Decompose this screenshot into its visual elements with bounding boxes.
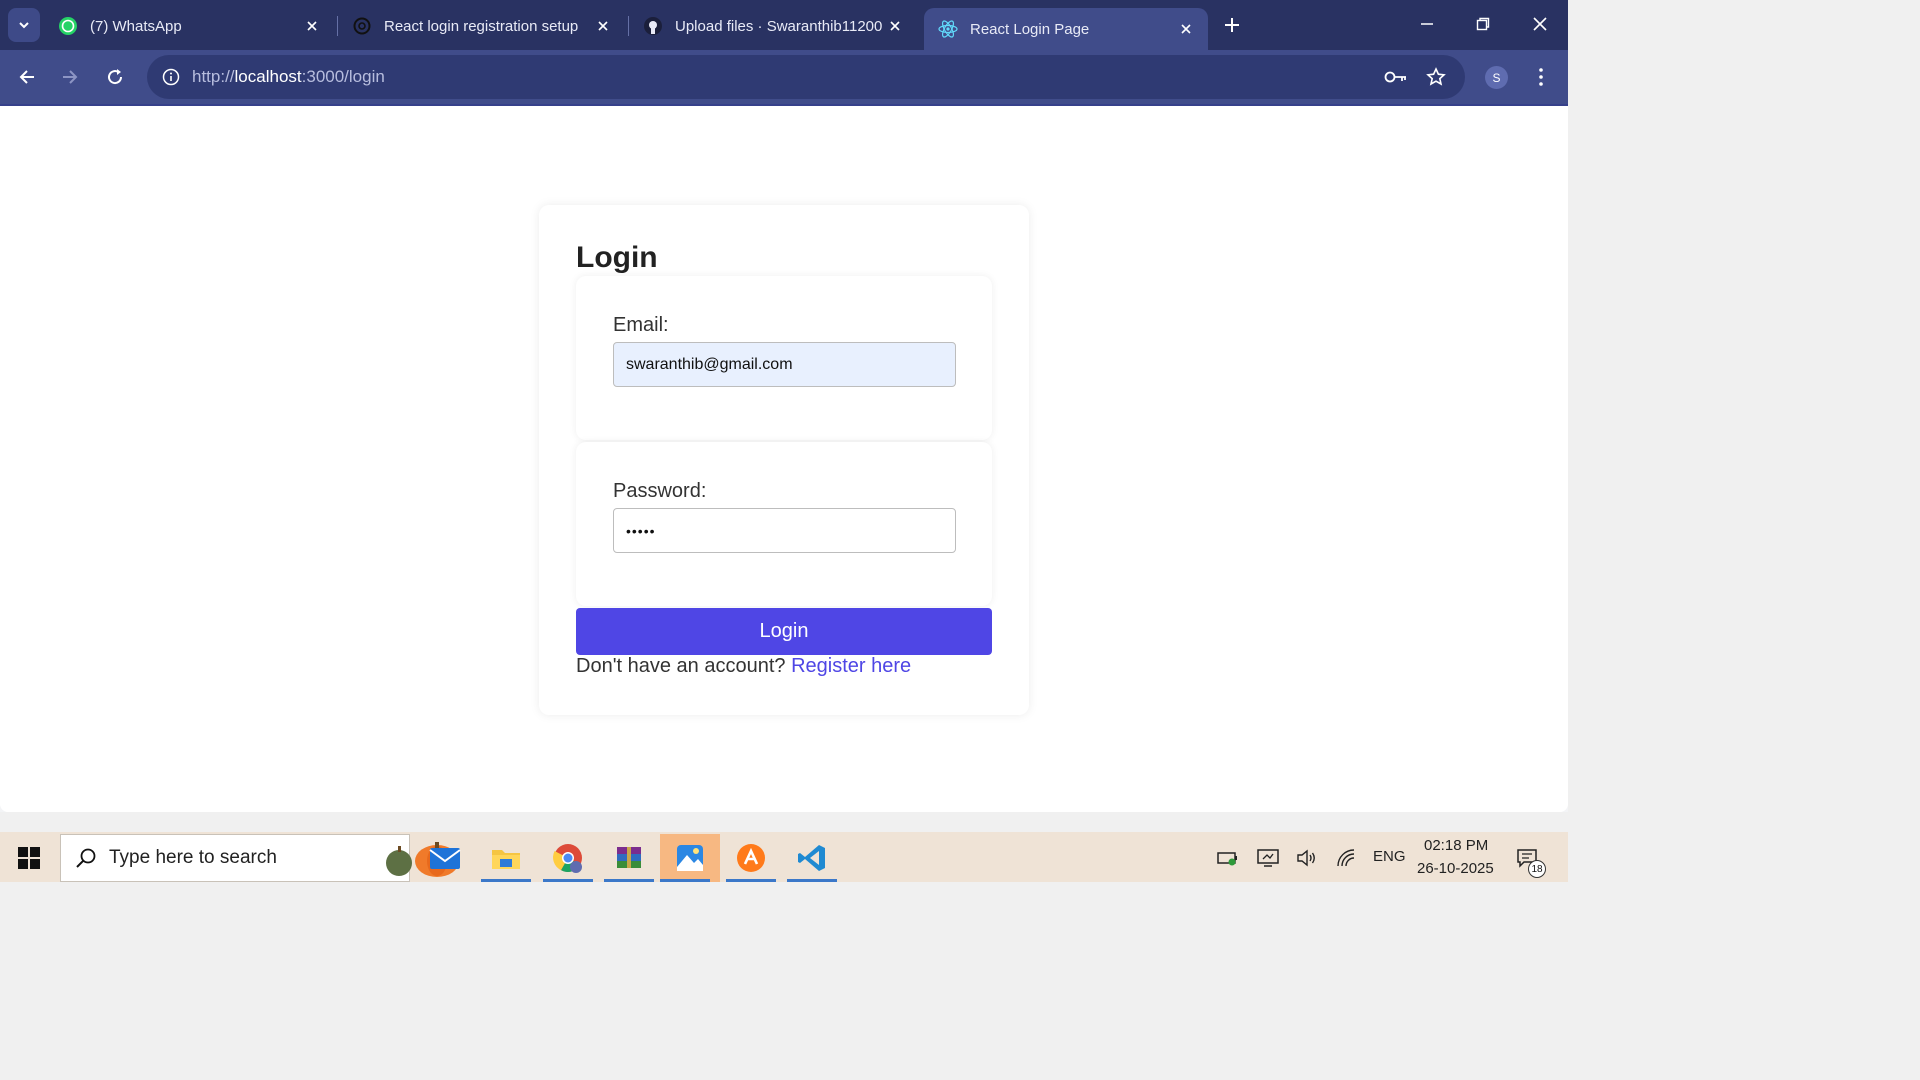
minimize-button[interactable] [1415, 12, 1439, 36]
react-icon [938, 19, 958, 39]
tab-react-login[interactable]: React Login Page [924, 8, 1208, 50]
chevron-down-icon [19, 22, 29, 29]
reload-button[interactable] [101, 63, 129, 91]
url-scheme: http:// [192, 67, 235, 86]
email-group: Email: swaranthib@gmail.com [576, 276, 992, 440]
close-icon[interactable] [1176, 19, 1196, 39]
forward-button[interactable] [56, 63, 84, 91]
site-info-icon[interactable] [159, 65, 183, 89]
battery-icon[interactable] [1216, 846, 1240, 870]
taskbar-avast[interactable] [726, 834, 776, 882]
windows-taskbar: Type here to search ENG 02:18 PM 26-10-2… [0, 832, 1568, 882]
profile-avatar[interactable]: S [1485, 66, 1508, 89]
password-group: Password: ••••• [576, 442, 992, 606]
restore-button[interactable] [1471, 12, 1495, 36]
tab-title: React login registration setup [384, 17, 579, 35]
tab-whatsapp[interactable]: (7) WhatsApp [44, 6, 334, 46]
password-field[interactable]: ••••• [613, 508, 956, 553]
avast-icon [737, 844, 765, 872]
url-path: :3000/login [301, 67, 385, 86]
register-prompt-text: Don't have an account? [576, 655, 786, 677]
search-icon [76, 848, 96, 868]
close-icon [1533, 17, 1547, 31]
login-button[interactable]: Login [576, 608, 992, 655]
email-label: Email: [613, 314, 669, 336]
display-icon[interactable] [1256, 846, 1280, 870]
plus-icon [1225, 18, 1239, 32]
close-window-button[interactable] [1528, 12, 1552, 36]
close-icon[interactable] [885, 16, 905, 36]
mail-icon [429, 848, 461, 869]
taskbar-chrome[interactable] [543, 834, 593, 882]
password-label: Password: [613, 480, 707, 502]
windows-logo-icon [18, 847, 40, 869]
tab-title: (7) WhatsApp [90, 17, 182, 35]
tab-react-setup[interactable]: React login registration setup [338, 6, 625, 46]
page-title: Login [576, 241, 658, 274]
whatsapp-icon [58, 16, 78, 36]
notification-count-badge: 18 [1528, 860, 1546, 878]
close-icon[interactable] [302, 16, 322, 36]
more-menu-button[interactable] [1530, 65, 1552, 89]
clock-time[interactable]: 02:18 PM [1424, 837, 1488, 854]
login-card: Login Email: swaranthib@gmail.com Passwo… [539, 205, 1029, 715]
close-icon[interactable] [593, 16, 613, 36]
page-viewport: Login Email: swaranthib@gmail.com Passwo… [0, 106, 1568, 812]
tab-search-button[interactable] [8, 8, 40, 42]
language-indicator[interactable]: ENG [1373, 848, 1406, 865]
minimize-icon [1421, 23, 1433, 25]
kebab-menu-icon [1539, 68, 1543, 86]
tab-strip: (7) WhatsApp React login registration se… [0, 0, 1568, 50]
url-host: localhost [234, 67, 302, 86]
url-text[interactable]: http://localhost:3000/login [192, 67, 385, 87]
start-button[interactable] [10, 844, 48, 872]
bookmark-star-icon[interactable] [1424, 65, 1448, 89]
taskbar-search-box[interactable]: Type here to search [60, 834, 459, 882]
tab-title: Upload files · Swaranthib11200 [675, 17, 883, 35]
restore-icon [1476, 17, 1490, 31]
taskbar-winrar[interactable] [604, 834, 654, 882]
search-placeholder: Type here to search [109, 847, 277, 868]
address-bar[interactable]: http://localhost:3000/login [147, 55, 1465, 99]
tab-title: React Login Page [970, 20, 1090, 38]
chatgpt-icon [352, 16, 372, 36]
arrow-right-icon [63, 70, 78, 84]
taskbar-photos[interactable] [660, 834, 720, 882]
photos-icon [677, 845, 703, 871]
register-link[interactable]: Register here [791, 655, 911, 677]
browser-toolbar: http://localhost:3000/login S [0, 50, 1568, 104]
volume-icon[interactable] [1295, 846, 1319, 870]
arrow-left-icon [19, 70, 34, 84]
reload-icon [108, 69, 123, 85]
page-body: Login Email: swaranthib@gmail.com Passwo… [0, 106, 1568, 812]
email-field[interactable]: swaranthib@gmail.com [613, 342, 956, 387]
taskbar-file-explorer[interactable] [481, 834, 531, 882]
new-tab-button[interactable] [1220, 13, 1244, 37]
winrar-icon [617, 847, 641, 868]
taskbar-mail[interactable] [420, 834, 470, 882]
tab-github-upload[interactable]: Upload files · Swaranthib11200 [629, 6, 917, 46]
clock-date[interactable]: 26-10-2025 [1417, 860, 1494, 877]
register-prompt: Don't have an account? Register here [576, 655, 911, 678]
chrome-icon [553, 844, 582, 873]
back-button[interactable] [13, 63, 41, 91]
github-icon [643, 16, 663, 36]
password-key-icon[interactable] [1384, 65, 1408, 89]
file-explorer-icon [492, 850, 520, 869]
vscode-icon [798, 845, 825, 871]
wifi-icon[interactable] [1335, 846, 1359, 870]
taskbar-vscode[interactable] [787, 834, 837, 882]
